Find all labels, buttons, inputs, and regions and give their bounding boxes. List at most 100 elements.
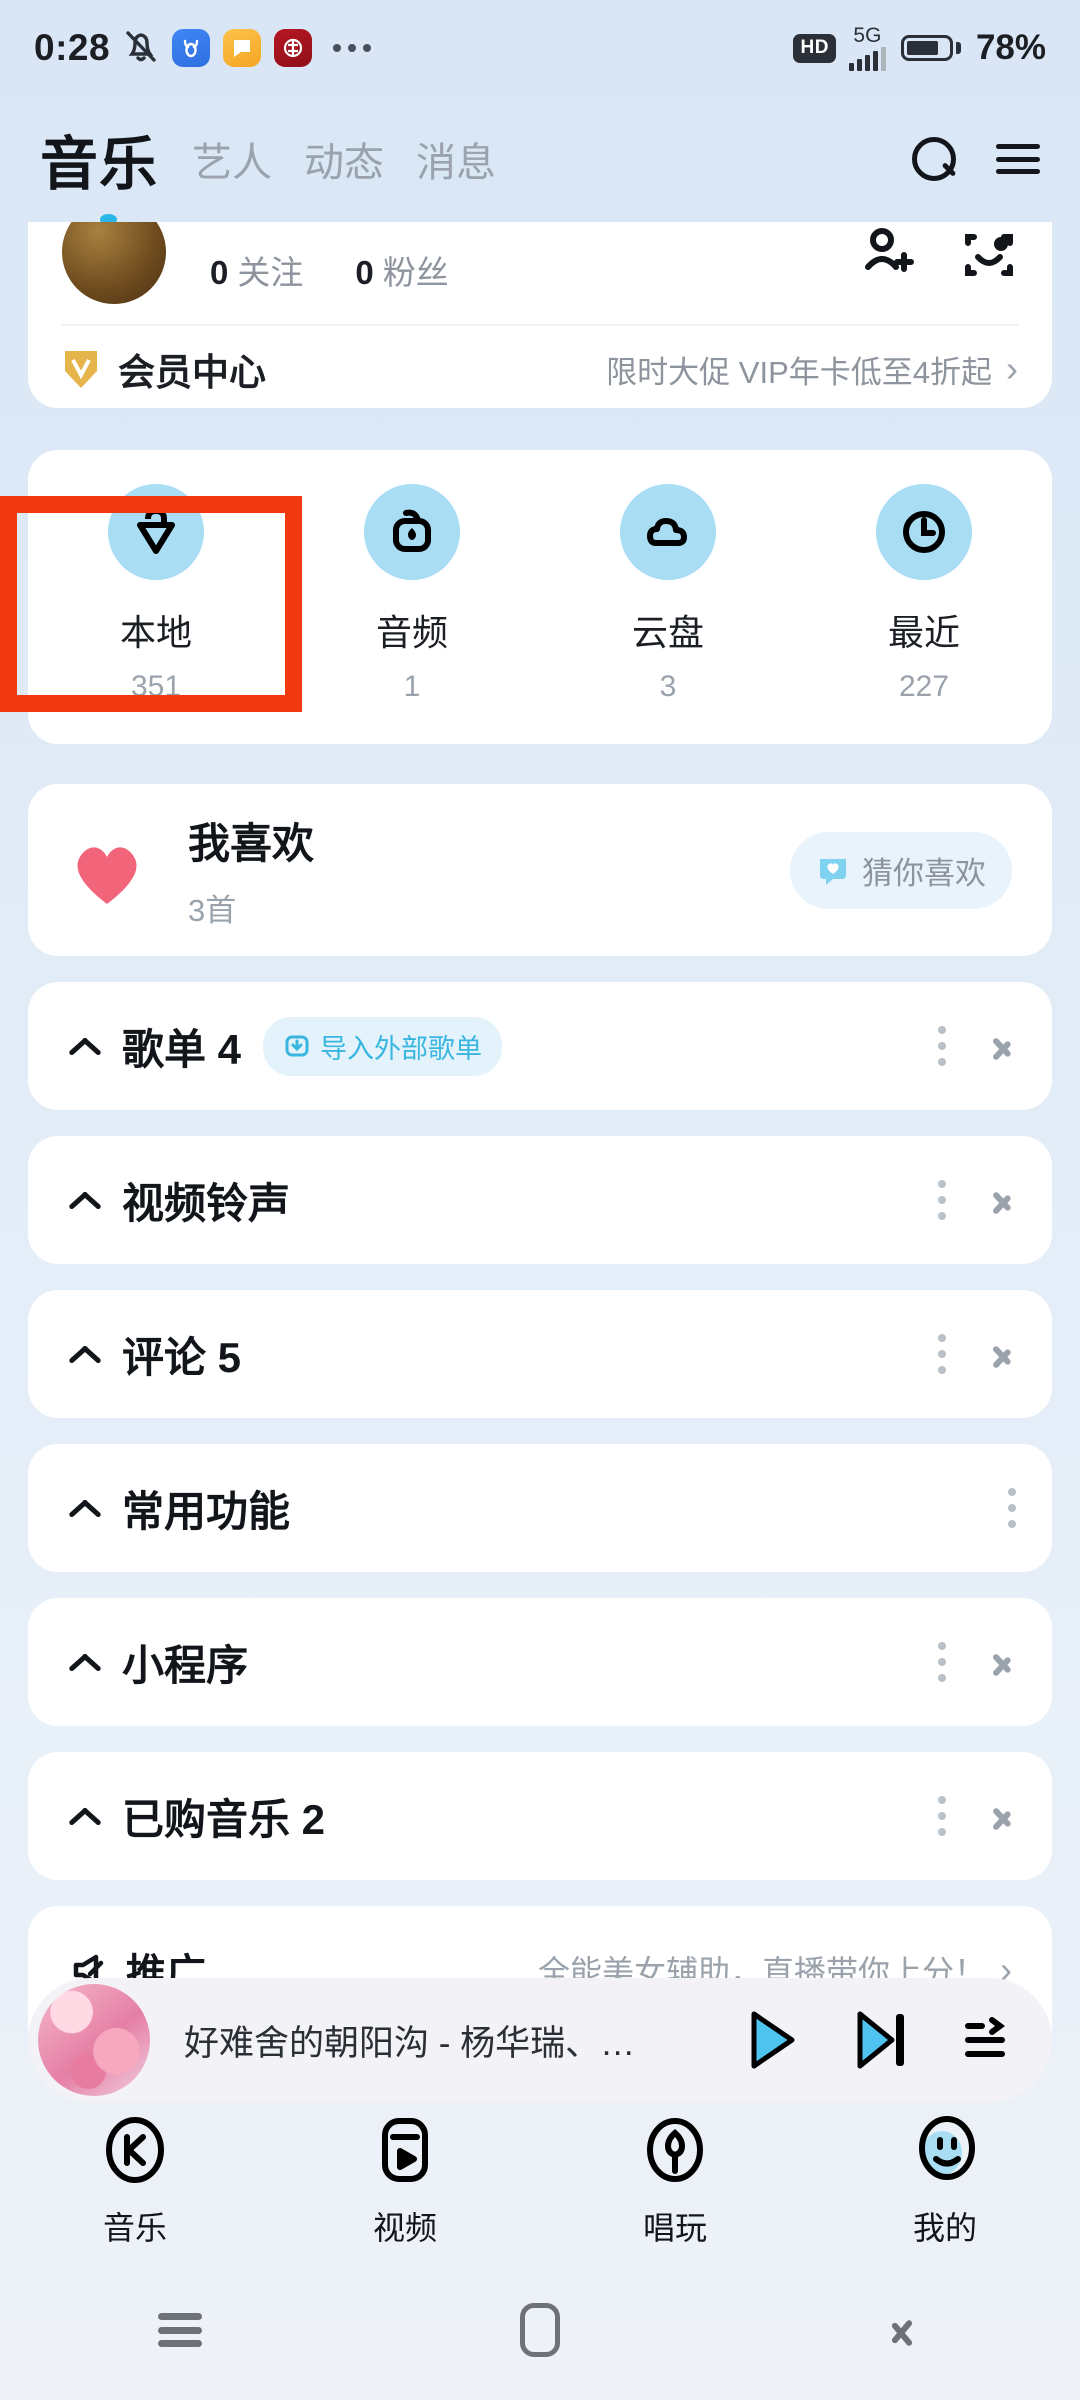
chevron-right-icon[interactable] bbox=[992, 1798, 1012, 1834]
play-icon[interactable] bbox=[744, 2009, 800, 2071]
chevron-up-icon[interactable] bbox=[68, 1805, 102, 1827]
note-app-icon bbox=[223, 29, 262, 67]
back-icon bbox=[889, 2308, 911, 2352]
kebab-menu-icon[interactable] bbox=[938, 1334, 946, 1374]
profile-stats: 0 关注 0 粉丝 bbox=[210, 246, 449, 294]
vip-title: 会员中心 bbox=[118, 352, 266, 393]
chevron-right-icon[interactable] bbox=[992, 1336, 1012, 1372]
header-tabs: 艺人 动态 消息 bbox=[192, 130, 496, 188]
network-label: 5G bbox=[853, 24, 882, 47]
tab-messages[interactable]: 消息 bbox=[416, 130, 496, 188]
following-stat[interactable]: 0 关注 bbox=[210, 246, 303, 294]
nav-item-music[interactable]: 音乐 bbox=[0, 2113, 270, 2249]
sysnav-back[interactable] bbox=[720, 2308, 1080, 2352]
profile-card: 0 关注 0 粉丝 会员中心 限时大促 VIP年卡低至4折起 › bbox=[28, 222, 1052, 408]
music-k-icon bbox=[99, 2113, 171, 2187]
kebab-menu-icon[interactable] bbox=[938, 1796, 946, 1836]
vip-center-row[interactable]: 会员中心 限时大促 VIP年卡低至4折起 › bbox=[62, 326, 1018, 408]
search-icon[interactable] bbox=[912, 137, 956, 181]
status-bar-left: 0:28 bbox=[34, 27, 372, 70]
row-label: 小程序 bbox=[122, 1641, 249, 1689]
kebab-menu-icon[interactable] bbox=[1008, 1488, 1016, 1528]
import-icon bbox=[283, 1032, 311, 1060]
grid-count: 3 bbox=[659, 670, 677, 703]
chevron-right-icon[interactable] bbox=[992, 1182, 1012, 1218]
chevron-up-icon[interactable] bbox=[68, 1651, 102, 1673]
list-row-comments[interactable]: 评论 5 bbox=[28, 1290, 1052, 1418]
video-icon bbox=[369, 2113, 441, 2187]
chevron-right-icon: › bbox=[1006, 348, 1018, 389]
recommend-pill-button[interactable]: 猜你喜欢 bbox=[790, 831, 1012, 909]
list-row-video-ringtone[interactable]: 视频铃声 bbox=[28, 1136, 1052, 1264]
add-friend-icon[interactable] bbox=[858, 227, 916, 285]
chevron-right-icon[interactable] bbox=[992, 1028, 1012, 1064]
row-label: 歌单 4 bbox=[122, 1025, 242, 1073]
import-playlist-tag[interactable]: 导入外部歌单 bbox=[263, 1016, 503, 1076]
recommend-pill-label: 猜你喜欢 bbox=[862, 855, 986, 891]
row-actions bbox=[938, 1642, 1012, 1682]
ox-app-icon bbox=[172, 29, 211, 67]
scan-face-icon[interactable] bbox=[960, 227, 1018, 285]
list-row-mini-programs[interactable]: 小程序 bbox=[28, 1598, 1052, 1726]
row-label: 评论 5 bbox=[122, 1333, 242, 1381]
nav-label: 我的 bbox=[912, 2210, 977, 2246]
nav-item-profile[interactable]: 我的 bbox=[810, 2113, 1080, 2249]
favorites-subtitle: 3首 bbox=[188, 893, 237, 928]
row-actions bbox=[938, 1180, 1012, 1220]
system-navigation-bar bbox=[0, 2260, 1080, 2400]
following-label: 关注 bbox=[237, 254, 304, 291]
app-header: 音乐 艺人 动态 消息 bbox=[0, 100, 1080, 218]
phone-screen: 0:28 HD 5G 78% 音乐 艺人 动态 消息 0 关注 0 粉丝 会员中… bbox=[0, 0, 1080, 2400]
row-actions bbox=[938, 1796, 1012, 1836]
kebab-menu-icon[interactable] bbox=[938, 1642, 946, 1682]
favorites-text: 我喜欢 3首 bbox=[188, 810, 314, 930]
nav-item-sing[interactable]: 唱玩 bbox=[540, 2113, 810, 2249]
quick-access-grid: 本地 351 音频 1 云盘 3 最近 227 bbox=[28, 450, 1052, 744]
grid-count: 227 bbox=[898, 670, 950, 703]
battery-icon bbox=[900, 35, 961, 61]
grid-count: 351 bbox=[130, 670, 182, 703]
vip-diamond-icon bbox=[62, 347, 100, 391]
grid-item-audio[interactable]: 音频 1 bbox=[284, 484, 540, 704]
tab-music-active[interactable]: 音乐 bbox=[40, 117, 158, 201]
list-row-common-functions[interactable]: 常用功能 bbox=[28, 1444, 1052, 1572]
favorites-card[interactable]: 我喜欢 3首 猜你喜欢 bbox=[28, 784, 1052, 956]
row-label: 常用功能 bbox=[122, 1487, 291, 1535]
recents-icon bbox=[158, 2313, 202, 2347]
audio-flame-icon bbox=[364, 484, 460, 580]
avatar[interactable] bbox=[62, 222, 166, 304]
profile-smiley-icon bbox=[909, 2113, 981, 2187]
chevron-up-icon[interactable] bbox=[68, 1497, 102, 1519]
chevron-up-icon[interactable] bbox=[68, 1035, 102, 1057]
chevron-up-icon[interactable] bbox=[68, 1343, 102, 1365]
mini-player[interactable]: 好难舍的朝阳沟 - 杨华瑞、… bbox=[28, 1978, 1052, 2102]
vip-promo-text: 限时大促 VIP年卡低至4折起 bbox=[606, 354, 992, 390]
status-time: 0:28 bbox=[34, 27, 111, 68]
kebab-menu-icon[interactable] bbox=[938, 1180, 946, 1220]
list-row-playlists[interactable]: 歌单 4 导入外部歌单 bbox=[28, 982, 1052, 1110]
kebab-menu-icon[interactable] bbox=[938, 1026, 946, 1066]
grid-item-local[interactable]: 本地 351 bbox=[28, 484, 284, 704]
album-art[interactable] bbox=[38, 1984, 150, 2096]
chevron-right-icon[interactable] bbox=[992, 1644, 1012, 1680]
grid-item-cloud[interactable]: 云盘 3 bbox=[540, 484, 796, 704]
row-label: 已购音乐 2 bbox=[122, 1795, 326, 1843]
tab-feed[interactable]: 动态 bbox=[304, 130, 384, 188]
next-track-icon[interactable] bbox=[852, 2009, 910, 2071]
grid-count: 1 bbox=[403, 670, 421, 703]
playlist-queue-icon[interactable] bbox=[962, 2012, 1018, 2068]
list-row-purchased-music[interactable]: 已购音乐 2 bbox=[28, 1752, 1052, 1880]
nav-label: 视频 bbox=[372, 2210, 437, 2246]
scroll-content: 0 关注 0 粉丝 会员中心 限时大促 VIP年卡低至4折起 › 本地 351 … bbox=[0, 222, 1080, 2034]
nav-item-video[interactable]: 视频 bbox=[270, 2113, 540, 2249]
chevron-up-icon[interactable] bbox=[68, 1189, 102, 1211]
profile-row[interactable]: 0 关注 0 粉丝 bbox=[62, 222, 1018, 318]
row-actions bbox=[1008, 1488, 1016, 1528]
grid-label: 音频 bbox=[375, 612, 448, 653]
hamburger-menu-icon[interactable] bbox=[996, 144, 1040, 174]
followers-stat[interactable]: 0 粉丝 bbox=[355, 246, 448, 294]
sysnav-recents[interactable] bbox=[0, 2313, 360, 2347]
grid-item-recent[interactable]: 最近 227 bbox=[796, 484, 1052, 704]
tab-artists[interactable]: 艺人 bbox=[192, 130, 272, 188]
sysnav-home[interactable] bbox=[360, 2303, 720, 2357]
